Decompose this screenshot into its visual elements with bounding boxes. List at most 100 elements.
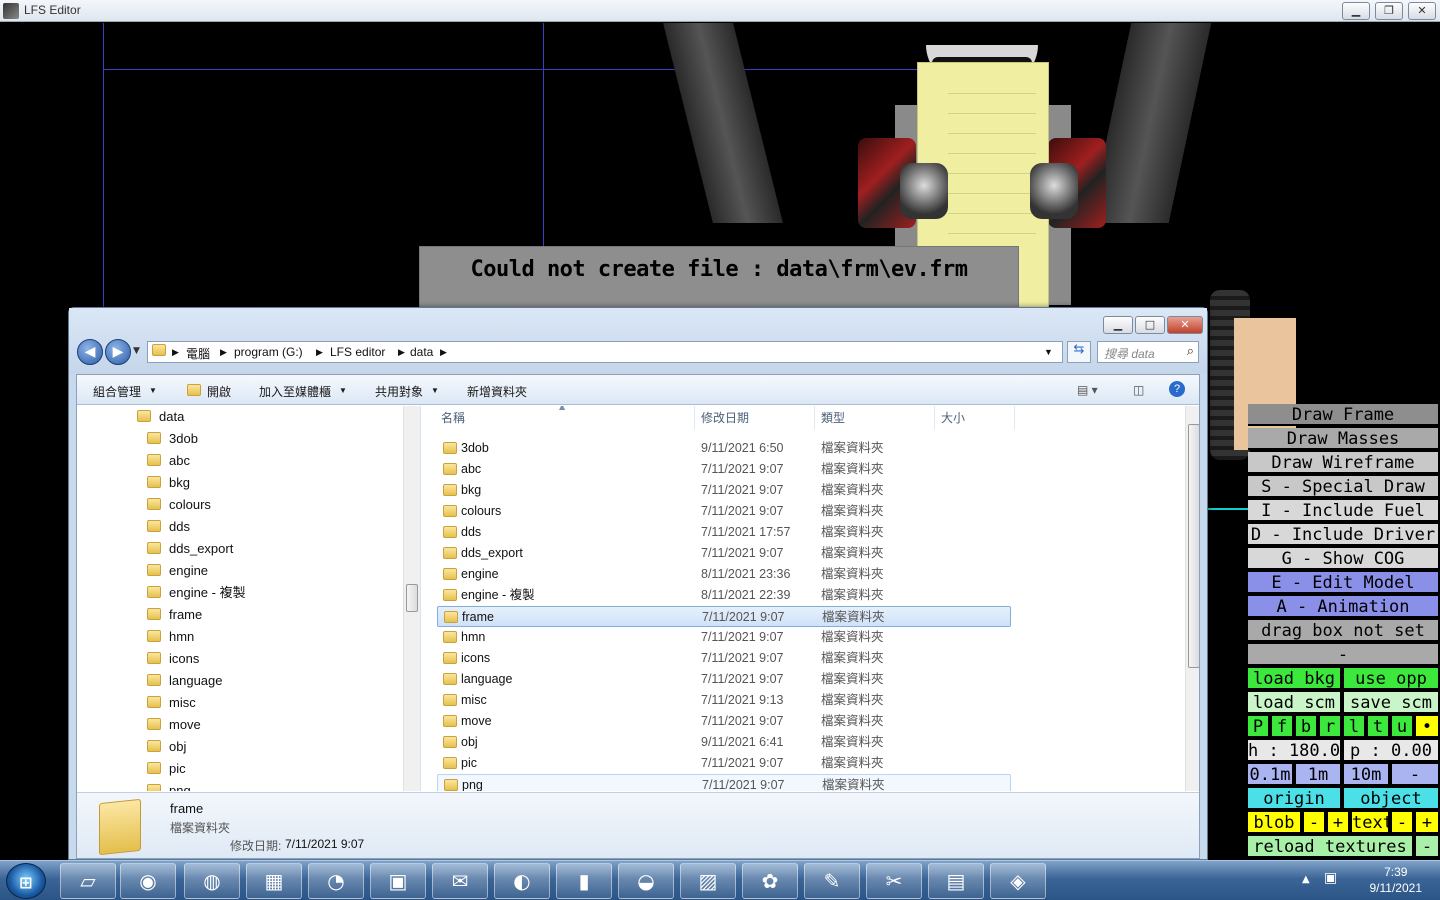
load-bkg-button[interactable]: load bkg (1248, 668, 1342, 690)
tree-item[interactable]: colours (147, 494, 211, 516)
preview-pane-icon[interactable]: ◫ (1133, 383, 1144, 397)
load-scm-button[interactable]: load scm (1248, 692, 1342, 714)
tree-item[interactable]: obj (147, 736, 186, 758)
step-minus[interactable]: - (1392, 764, 1440, 786)
animation-button[interactable]: A - Animation (1248, 596, 1440, 618)
include-fuel-button[interactable]: I - Include Fuel (1248, 500, 1440, 522)
step-10m[interactable]: 10m (1344, 764, 1390, 786)
tree-item[interactable]: hmn (147, 626, 194, 648)
tree-item[interactable]: icons (147, 648, 199, 670)
toggle-p[interactable]: P (1248, 716, 1270, 738)
file-row[interactable]: misc 7/11/2021 9:13 檔案資料夾 (437, 690, 1011, 711)
toggle-u[interactable]: u (1392, 716, 1414, 738)
tree-item[interactable]: frame (147, 604, 202, 626)
pitch-value[interactable]: p : 0.00 (1344, 740, 1440, 762)
list-scroll-thumb[interactable] (1188, 424, 1199, 668)
list-scrollbar[interactable] (1185, 406, 1199, 791)
share-menu[interactable]: 共用對象 (375, 383, 423, 400)
dash-button[interactable]: - (1248, 644, 1440, 666)
taskbar-media-icon[interactable]: ◐ (494, 863, 550, 899)
file-row[interactable]: icons 7/11/2021 9:07 檔案資料夾 (437, 648, 1011, 669)
taskbar-explorer-icon[interactable]: ▮ (556, 863, 612, 899)
file-row[interactable]: engine 8/11/2021 23:36 檔案資料夾 (437, 564, 1011, 585)
open-button[interactable]: 開啟 (207, 383, 231, 400)
tree-item[interactable]: engine (147, 560, 208, 582)
tree-item[interactable]: dds (147, 516, 190, 538)
tree-item[interactable]: 3dob (147, 428, 198, 450)
heading-value[interactable]: h : 180.00 (1248, 740, 1342, 762)
explorer-close-button[interactable]: ✕ (1167, 316, 1203, 334)
tray-expand-icon[interactable]: ▲ (1302, 874, 1310, 885)
start-button[interactable]: ⊞ (6, 863, 46, 899)
forward-arrow-icon[interactable]: ▶ (105, 339, 131, 365)
new-folder-button[interactable]: 新增資料夾 (467, 383, 527, 400)
view-options-icon[interactable]: ▤ ▾ (1077, 383, 1098, 397)
file-row[interactable]: engine - 複製 8/11/2021 22:39 檔案資料夾 (437, 585, 1011, 606)
text-button[interactable]: text (1352, 812, 1390, 834)
taskbar-grid-app-icon[interactable]: ▦ (246, 863, 302, 899)
file-row[interactable]: obj 9/11/2021 6:41 檔案資料夾 (437, 732, 1011, 753)
tree-item-data[interactable]: data (137, 406, 184, 428)
close-button[interactable]: ✕ (1408, 2, 1436, 20)
search-input[interactable]: 搜尋 data ⌕ (1097, 341, 1199, 363)
use-opp-button[interactable]: use opp (1344, 668, 1440, 690)
text-plus[interactable]: + (1416, 812, 1440, 834)
file-row[interactable]: frame 7/11/2021 9:07 檔案資料夾 (437, 606, 1011, 627)
edit-model-button[interactable]: E - Edit Model (1248, 572, 1440, 594)
taskbar-image-viewer-icon[interactable]: ▨ (680, 863, 736, 899)
tree-scrollbar[interactable] (403, 406, 420, 791)
search-icon[interactable]: ⌕ (1187, 343, 1194, 359)
show-cog-button[interactable]: G - Show COG (1248, 548, 1440, 570)
taskbar-firefox-icon[interactable]: ◍ (184, 863, 240, 899)
tree-item[interactable]: move (147, 714, 201, 736)
file-row[interactable]: abc 7/11/2021 9:07 檔案資料夾 (437, 459, 1011, 480)
system-clock[interactable]: 7:39 9/11/2021 (1370, 864, 1423, 896)
organize-menu[interactable]: 組合管理 (93, 383, 141, 400)
toggle-b[interactable]: b (1296, 716, 1318, 738)
taskbar-network-icon[interactable]: ▤ (928, 863, 984, 899)
file-row[interactable]: hmn 7/11/2021 9:07 檔案資料夾 (437, 627, 1011, 648)
step-1m[interactable]: 1m (1296, 764, 1342, 786)
toggle-dot[interactable]: • (1416, 716, 1440, 738)
file-row[interactable]: 3dob 9/11/2021 6:50 檔案資料夾 (437, 438, 1011, 459)
draw-frame-button[interactable]: Draw Frame (1248, 404, 1440, 426)
origin-button[interactable]: origin (1248, 788, 1342, 810)
minimize-button[interactable]: ▁ (1342, 2, 1370, 20)
history-dropdown-icon[interactable]: ▼ (133, 346, 140, 356)
address-bar[interactable]: ▶ 電腦 ▶ program (G:) ▶ LFS editor ▶ data … (147, 341, 1063, 363)
toggle-t[interactable]: t (1368, 716, 1390, 738)
taskbar-monitor-icon[interactable]: ▣ (370, 863, 426, 899)
explorer-maximize-button[interactable]: □ (1135, 316, 1165, 334)
taskbar-wechat-icon[interactable]: ✉ (432, 863, 488, 899)
taskbar-orange-app-icon[interactable]: ◒ (618, 863, 674, 899)
reload-minus[interactable]: - (1416, 836, 1440, 858)
breadcrumb-lfs-editor[interactable]: LFS editor (330, 345, 385, 359)
taskbar-chrome-icon[interactable]: ◉ (120, 863, 176, 899)
breadcrumb-computer[interactable]: 電腦 (186, 345, 210, 362)
tree-item[interactable]: abc (147, 450, 190, 472)
back-arrow-icon[interactable]: ◀ (77, 339, 103, 365)
blob-plus[interactable]: + (1328, 812, 1350, 834)
refresh-icon[interactable]: ⇆ (1067, 341, 1091, 363)
draw-wireframe-button[interactable]: Draw Wireframe (1248, 452, 1440, 474)
toggle-f[interactable]: f (1272, 716, 1294, 738)
column-size[interactable]: 大小 (935, 406, 1015, 430)
include-driver-button[interactable]: D - Include Driver (1248, 524, 1440, 546)
taskbar-notepad-icon[interactable]: ▱ (60, 863, 116, 899)
blob-minus[interactable]: - (1304, 812, 1326, 834)
tree-item[interactable]: pic (147, 758, 186, 780)
explorer-minimize-button[interactable]: ▁ (1103, 316, 1133, 334)
object-button[interactable]: object (1344, 788, 1440, 810)
taskbar-snipping-icon[interactable]: ✂ (866, 863, 922, 899)
file-row[interactable]: dds_export 7/11/2021 9:07 檔案資料夾 (437, 543, 1011, 564)
tree-item[interactable]: language (147, 670, 223, 692)
save-scm-button[interactable]: save scm (1344, 692, 1440, 714)
tree-item[interactable]: engine - 複製 (147, 582, 246, 604)
taskbar-chat-icon[interactable]: ◔ (308, 863, 364, 899)
file-row[interactable]: pic 7/11/2021 9:07 檔案資料夾 (437, 753, 1011, 774)
toggle-l[interactable]: l (1344, 716, 1366, 738)
file-row[interactable]: png 7/11/2021 9:07 檔案資料夾 (437, 774, 1011, 791)
taskbar-cloud-icon[interactable]: ✿ (742, 863, 798, 899)
file-row[interactable]: colours 7/11/2021 9:07 檔案資料夾 (437, 501, 1011, 522)
address-dropdown-icon[interactable]: ▼ (1044, 347, 1053, 357)
